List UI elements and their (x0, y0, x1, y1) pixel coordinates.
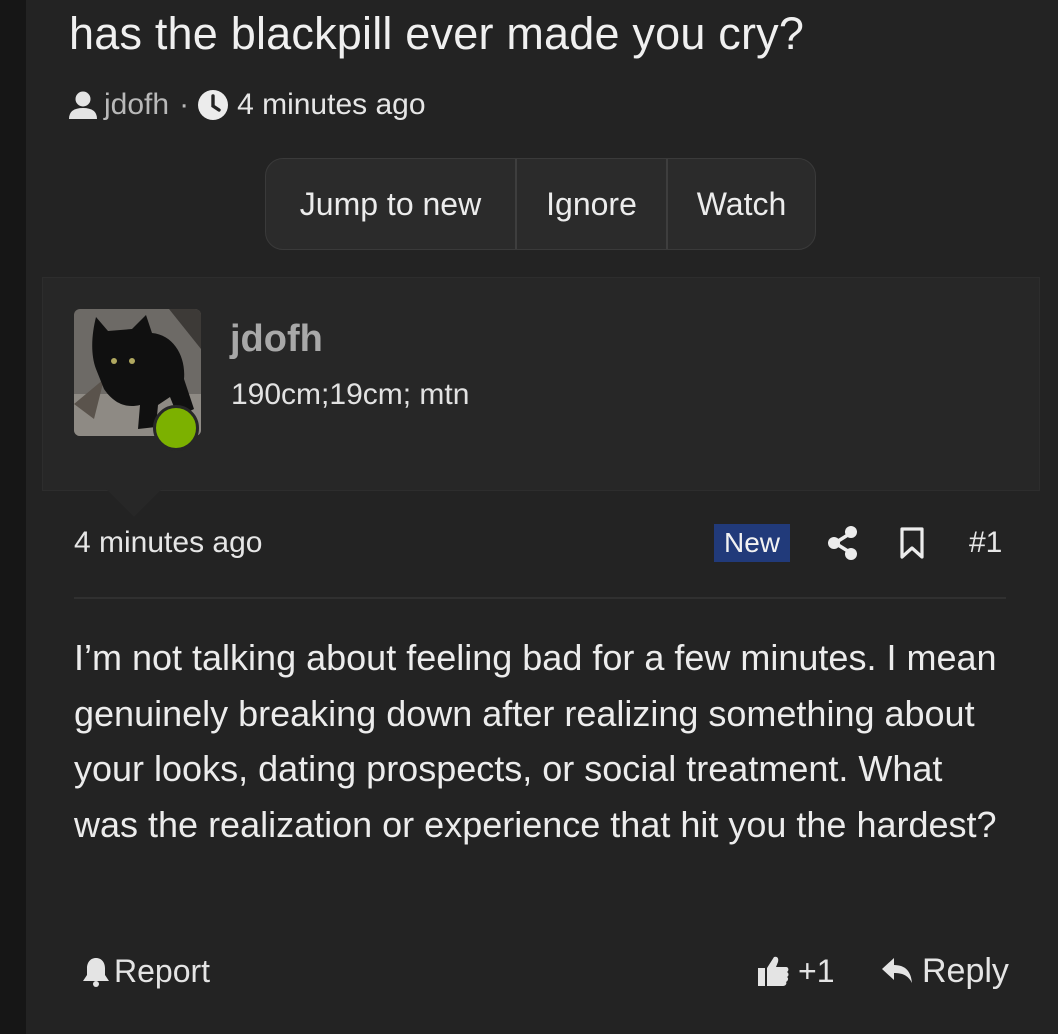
post-username[interactable]: jdofh (230, 318, 323, 361)
watch-button[interactable]: Watch (666, 159, 815, 249)
new-badge: New (714, 524, 790, 562)
post-time[interactable]: 4 minutes ago (74, 526, 262, 560)
thread-author[interactable]: jdofh (104, 88, 169, 122)
thread-page: has the blackpill ever made you cry? jdo… (26, 0, 1058, 1034)
report-label: Report (114, 952, 211, 989)
post-header: 4 minutes ago New #1 (74, 522, 1004, 566)
post-body: I’m not talking about feeling bad for a … (74, 637, 997, 845)
thread-posted-time[interactable]: 4 minutes ago (237, 88, 425, 122)
reply-icon (882, 958, 912, 983)
bookmark-icon[interactable] (899, 526, 925, 565)
thumbs-up-icon (758, 956, 789, 986)
reply-label: Reply (922, 951, 1009, 990)
post-number[interactable]: #1 (969, 526, 1002, 560)
report-button[interactable]: Report (82, 948, 210, 994)
thread-title: has the blackpill ever made you cry? (69, 8, 805, 59)
user-info-block: jdofh 190cm;19cm; mtn (42, 277, 1040, 491)
thread-meta: jdofh · 4 minutes ago (68, 86, 426, 124)
user-icon (68, 90, 98, 120)
like-count: +1 (798, 952, 835, 989)
post-footer: Report +1 Reply (74, 948, 1009, 994)
clock-icon (197, 89, 229, 121)
bell-icon (83, 958, 109, 987)
like-button[interactable]: +1 (756, 948, 834, 994)
share-icon[interactable] (826, 525, 860, 566)
jump-to-new-button[interactable]: Jump to new (266, 159, 515, 249)
user-block-arrow (106, 489, 162, 517)
reply-button[interactable]: Reply (880, 948, 1009, 994)
thread-action-bar: Jump to new Ignore Watch (265, 158, 816, 250)
post-divider (74, 597, 1006, 599)
meta-separator: · (179, 88, 190, 121)
ignore-button[interactable]: Ignore (515, 159, 666, 249)
online-status-indicator (153, 405, 199, 451)
user-title: 190cm;19cm; mtn (231, 378, 470, 411)
